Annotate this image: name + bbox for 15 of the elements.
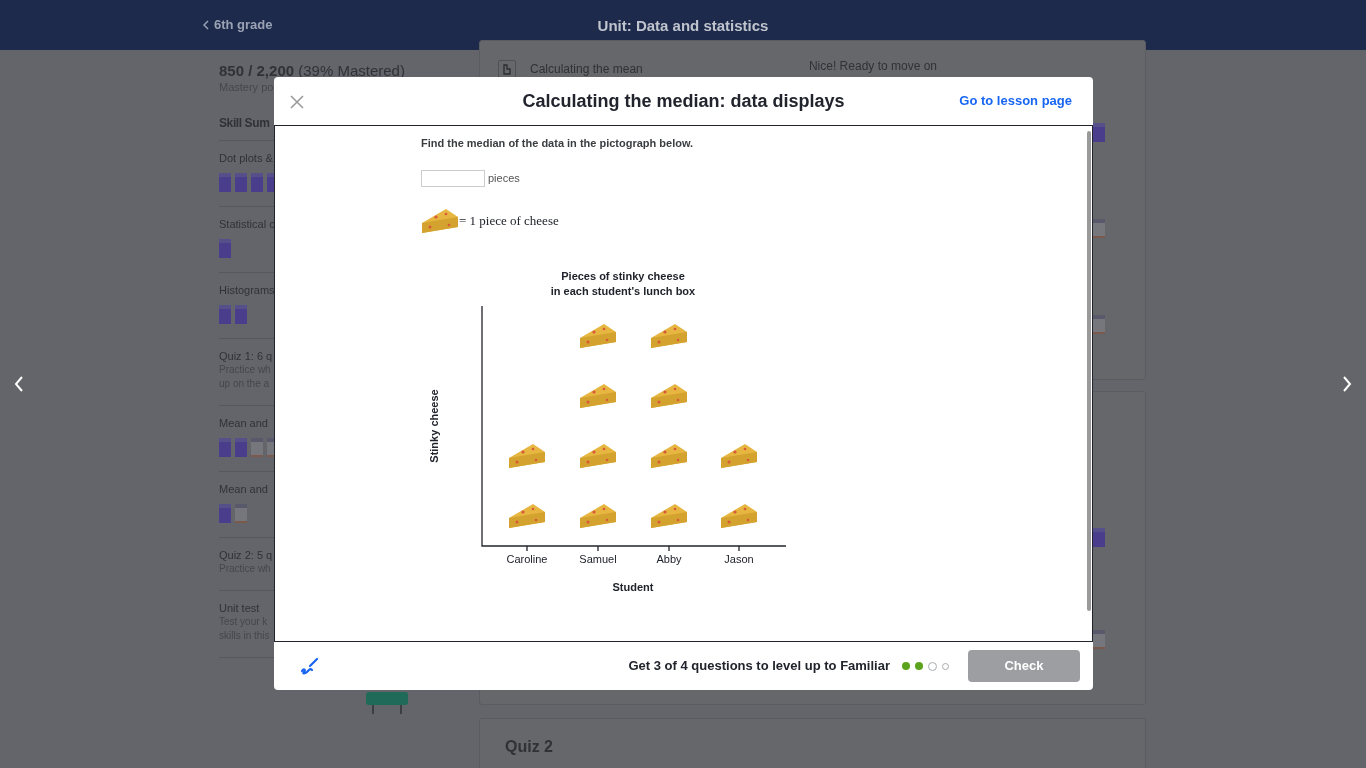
- back-label: 6th grade: [214, 16, 273, 34]
- back-link[interactable]: 6th grade: [203, 15, 273, 35]
- legend-text: = 1 piece of cheese: [459, 211, 559, 230]
- category-label: Caroline: [506, 552, 548, 565]
- chart-title: Pieces of stinky cheese in each student's lunch box: [549, 268, 697, 299]
- lesson-link[interactable]: Go to lesson page: [959, 91, 1072, 111]
- category-label: Samuel: [579, 552, 617, 565]
- unit-label: pieces: [488, 170, 520, 186]
- progress-message: Get 3 of 4 questions to level up to Familiar: [628, 657, 890, 676]
- unit-title: Unit: Data and statistics: [596, 16, 770, 36]
- x-axis-label: Student: [612, 580, 654, 593]
- category-label: Abby: [656, 552, 682, 565]
- y-axis-label: Stinky cheese: [428, 388, 440, 463]
- category-label: Jason: [724, 552, 754, 565]
- dialog-title: Calculating the median: data displays: [521, 89, 846, 113]
